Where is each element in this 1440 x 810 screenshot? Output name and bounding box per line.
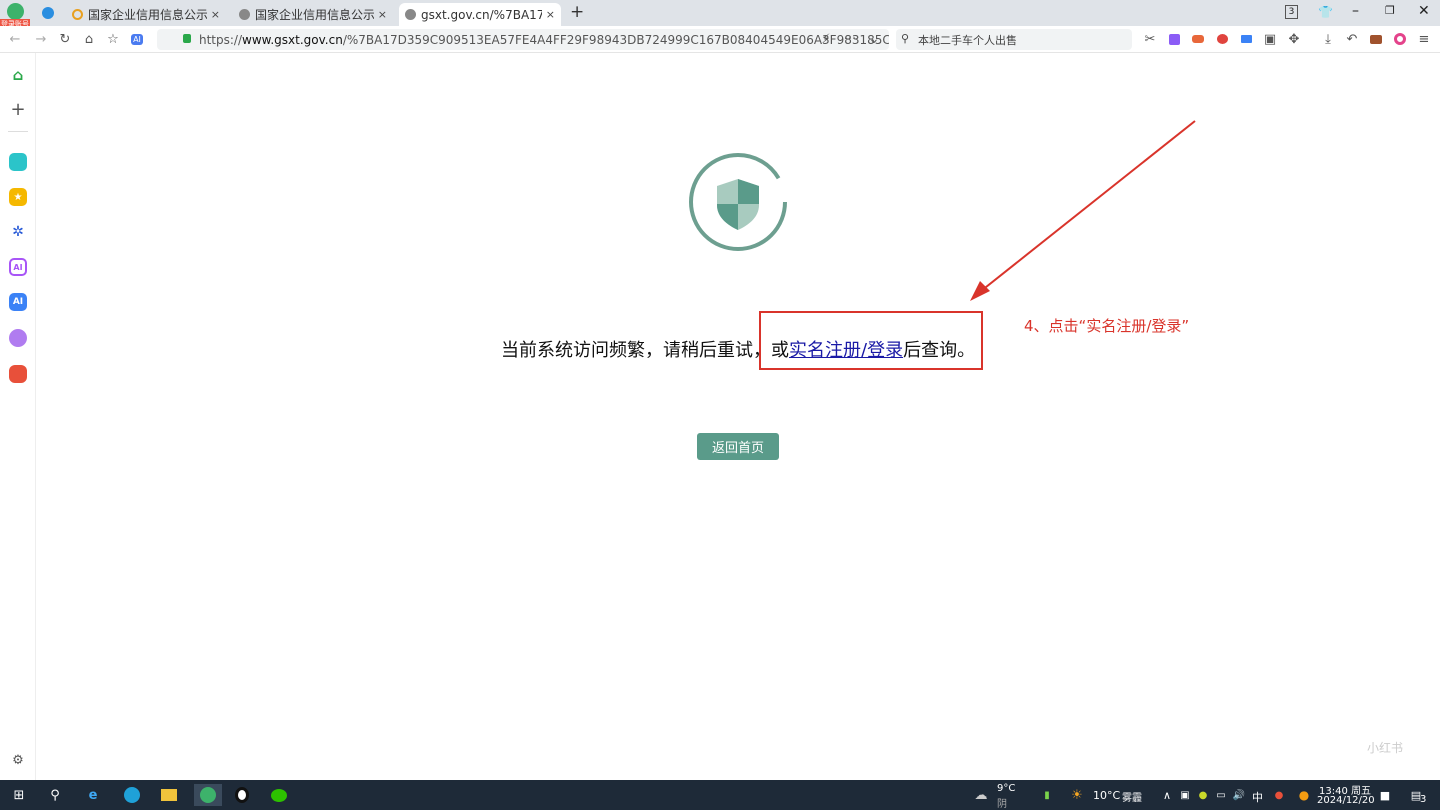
briefcase-icon[interactable]	[1367, 30, 1385, 48]
new-tab-button[interactable]: +	[570, 2, 584, 22]
sidebar-add-icon[interactable]: +	[9, 99, 27, 120]
weather-desc: 阴	[997, 799, 1007, 810]
back-icon[interactable]: ←	[6, 30, 24, 48]
undo-icon[interactable]: ↶	[1343, 30, 1361, 48]
sogou-icon[interactable]: ●	[1268, 784, 1290, 806]
notifications-icon[interactable]: ■	[1374, 784, 1396, 806]
weather-temp: 9°C	[997, 783, 1016, 794]
browser-logo-icon[interactable]	[7, 3, 24, 20]
tab-favicon-icon	[239, 9, 250, 20]
forward-icon[interactable]: →	[32, 30, 50, 48]
message-text-before: 当前系统访问频繁，请稍后重试，或	[501, 340, 789, 361]
page-content: 当前系统访问频繁，请稍后重试，或实名注册/登录后查询。 4、点击“实名注册/登录…	[37, 53, 1440, 780]
mail-icon[interactable]	[1237, 30, 1255, 48]
tab-label: gsxt.gov.cn/%7BA17D359C909513	[421, 7, 542, 22]
sidebar-network-icon[interactable]: ✲	[9, 223, 27, 241]
file-explorer-icon[interactable]	[158, 784, 180, 806]
sidebar-app-cyan-icon[interactable]	[9, 153, 27, 171]
qq-icon[interactable]	[231, 784, 253, 806]
reload-icon[interactable]: ↻	[56, 30, 74, 48]
weibo-icon[interactable]	[1213, 30, 1231, 48]
tab-1[interactable]: 国家企业信用信息公示系统 ×	[66, 3, 226, 26]
lock-icon	[183, 34, 191, 43]
tab-2[interactable]: 国家企业信用信息公示系统 ×	[233, 3, 393, 26]
clock-date[interactable]: 2024/12/20	[1317, 795, 1375, 806]
annotation-arrow	[970, 120, 1196, 301]
watermark: 小红书	[1367, 741, 1404, 755]
telegram-icon[interactable]	[42, 7, 54, 19]
navigation-bar: ← → ↻ ⌂ ☆ AI https://www.gsxt.gov.cn/%7B…	[0, 26, 1440, 53]
sidebar-divider	[8, 131, 28, 132]
tab-favicon-icon	[72, 9, 83, 20]
reader-icon[interactable]: ▣	[1261, 30, 1279, 48]
tab-close-icon[interactable]: ×	[378, 8, 387, 21]
ai-icon[interactable]: AI	[128, 30, 146, 48]
profile-icon[interactable]	[1391, 30, 1409, 48]
ime-indicator[interactable]: 中	[1252, 789, 1263, 805]
windows-start-icon[interactable]: ⊞	[8, 784, 30, 806]
wechat-icon[interactable]	[268, 784, 290, 806]
sidebar-star-icon[interactable]: ★	[9, 188, 27, 206]
temp-2: 10°C	[1093, 789, 1121, 802]
minimize-button[interactable]: –	[1352, 3, 1359, 19]
taskbar-search-icon[interactable]: ⚲	[44, 784, 66, 806]
sidebar-bot-icon[interactable]	[9, 329, 27, 347]
battery-icon[interactable]: ▮	[1036, 784, 1058, 806]
more-icon[interactable]: ···	[841, 30, 859, 48]
browser-taskbar-icon[interactable]	[194, 784, 222, 806]
menu-icon[interactable]: ≡	[1415, 30, 1433, 48]
notification-count: 3	[1420, 794, 1427, 805]
address-bar[interactable]: https://www.gsxt.gov.cn/%7BA17D359C90951…	[157, 29, 889, 50]
sidebar-ai-chat-icon[interactable]: AI	[9, 258, 27, 276]
weather-icon[interactable]: ☁	[970, 784, 992, 806]
skin-icon[interactable]: 👕	[1318, 5, 1333, 19]
sidebar: ⌂ + ★ ✲ AI AI ⚙	[0, 53, 36, 780]
tab-favicon-icon	[405, 9, 416, 20]
sidebar-home-icon[interactable]: ⌂	[9, 66, 27, 84]
temp-2-desc: 雾霾	[1122, 793, 1142, 804]
search-placeholder: 本地二手车个人出售	[918, 33, 1017, 47]
return-home-button[interactable]: 返回首页	[697, 433, 779, 460]
annotation-text: 4、点击“实名注册/登录”	[1024, 317, 1190, 335]
search-input[interactable]: ⚲ 本地二手车个人出售	[896, 29, 1132, 50]
url-host: www.gsxt.gov.cn	[242, 32, 343, 47]
scissors-icon[interactable]: ✂	[1141, 30, 1159, 48]
edge-icon[interactable]	[121, 784, 143, 806]
tab-bar: 登录账号 国家企业信用信息公示系统 × 国家企业信用信息公示系统 × gsxt.…	[0, 0, 1440, 29]
search-icon: ⚲	[901, 32, 910, 45]
download-icon[interactable]: ⤓	[1319, 30, 1337, 48]
restore-button[interactable]: ❐	[1385, 4, 1395, 17]
puzzle-icon[interactable]: ✥	[1285, 30, 1303, 48]
chevron-down-icon[interactable]: ⌄	[865, 30, 883, 48]
sidebar-ai-icon[interactable]: AI	[9, 293, 27, 311]
sidebar-settings-icon[interactable]: ⚙	[9, 751, 27, 769]
tab-close-icon[interactable]: ×	[211, 8, 220, 21]
favorites-icon[interactable]: ☆	[104, 30, 122, 48]
extension-purple-icon[interactable]	[1165, 30, 1183, 48]
tab-label: 国家企业信用信息公示系统	[88, 8, 207, 22]
tab-label: 国家企业信用信息公示系统	[255, 8, 374, 22]
tab-3[interactable]: gsxt.gov.cn/%7BA17D359C909513 ×	[399, 3, 561, 26]
tab-close-icon[interactable]: ×	[546, 8, 555, 21]
lightning-icon[interactable]: ⚡	[817, 30, 835, 48]
close-window-button[interactable]: ✕	[1418, 3, 1430, 19]
weather-alert-icon[interactable]: ☀	[1066, 784, 1088, 806]
shield-icon	[689, 153, 787, 251]
taskbar: ⊞ ⚲ e ☁ 9°C 阴 ▮ ☀ 10°C 雾霾 ∧ ▣ ● ▭ 🔊 中 ● …	[0, 780, 1440, 810]
game-icon[interactable]	[1189, 30, 1207, 48]
home-icon[interactable]: ⌂	[80, 30, 98, 48]
tab-count-badge[interactable]: 3	[1285, 5, 1298, 19]
url-prefix: https://	[199, 32, 243, 47]
annotation-highlight-box	[759, 311, 983, 370]
ie-icon[interactable]: e	[82, 784, 104, 806]
tray-avatar-icon[interactable]: ●	[1293, 784, 1315, 806]
sidebar-game-icon[interactable]	[9, 365, 27, 383]
url-path: /%7BA17D359C909513EA57FE4A4FF29F98943DB7…	[342, 32, 889, 47]
volume-icon[interactable]: 🔊	[1228, 784, 1250, 806]
